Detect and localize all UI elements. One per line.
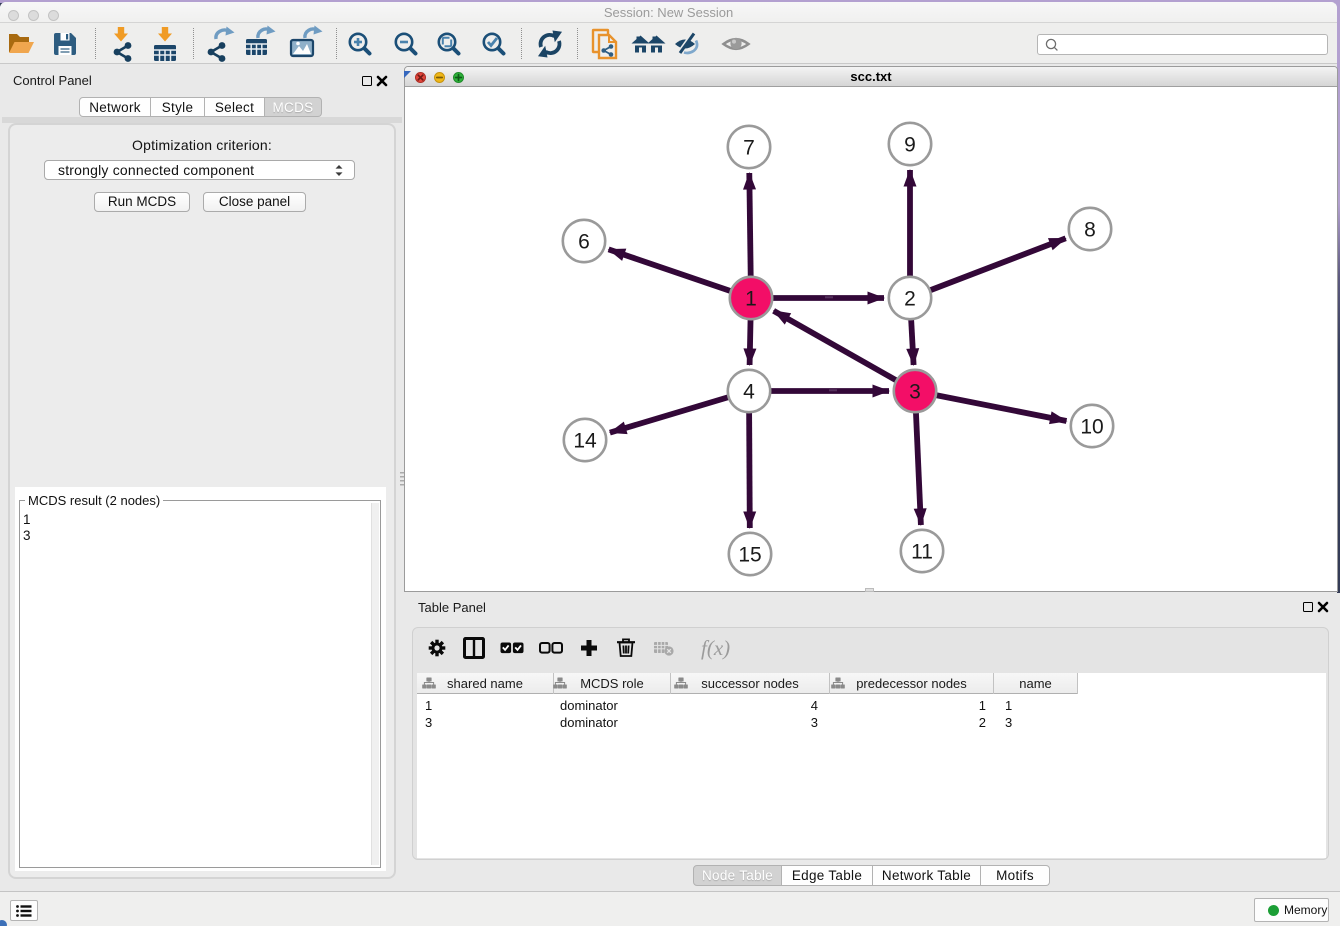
svg-text:6: 6 [578,231,590,254]
svg-text:10: 10 [1080,416,1103,439]
svg-text:8: 8 [1084,219,1096,242]
svg-text:7: 7 [743,137,755,160]
svg-text:3: 3 [909,381,921,404]
svg-text:4: 4 [743,381,755,404]
svg-text:2: 2 [904,288,916,311]
svg-text:1: 1 [745,288,757,311]
svg-text:f(x): f(x) [701,636,730,660]
svg-text:15: 15 [738,544,761,567]
svg-text:9: 9 [904,134,916,157]
svg-text:14: 14 [573,430,597,453]
svg-text:11: 11 [911,541,933,564]
